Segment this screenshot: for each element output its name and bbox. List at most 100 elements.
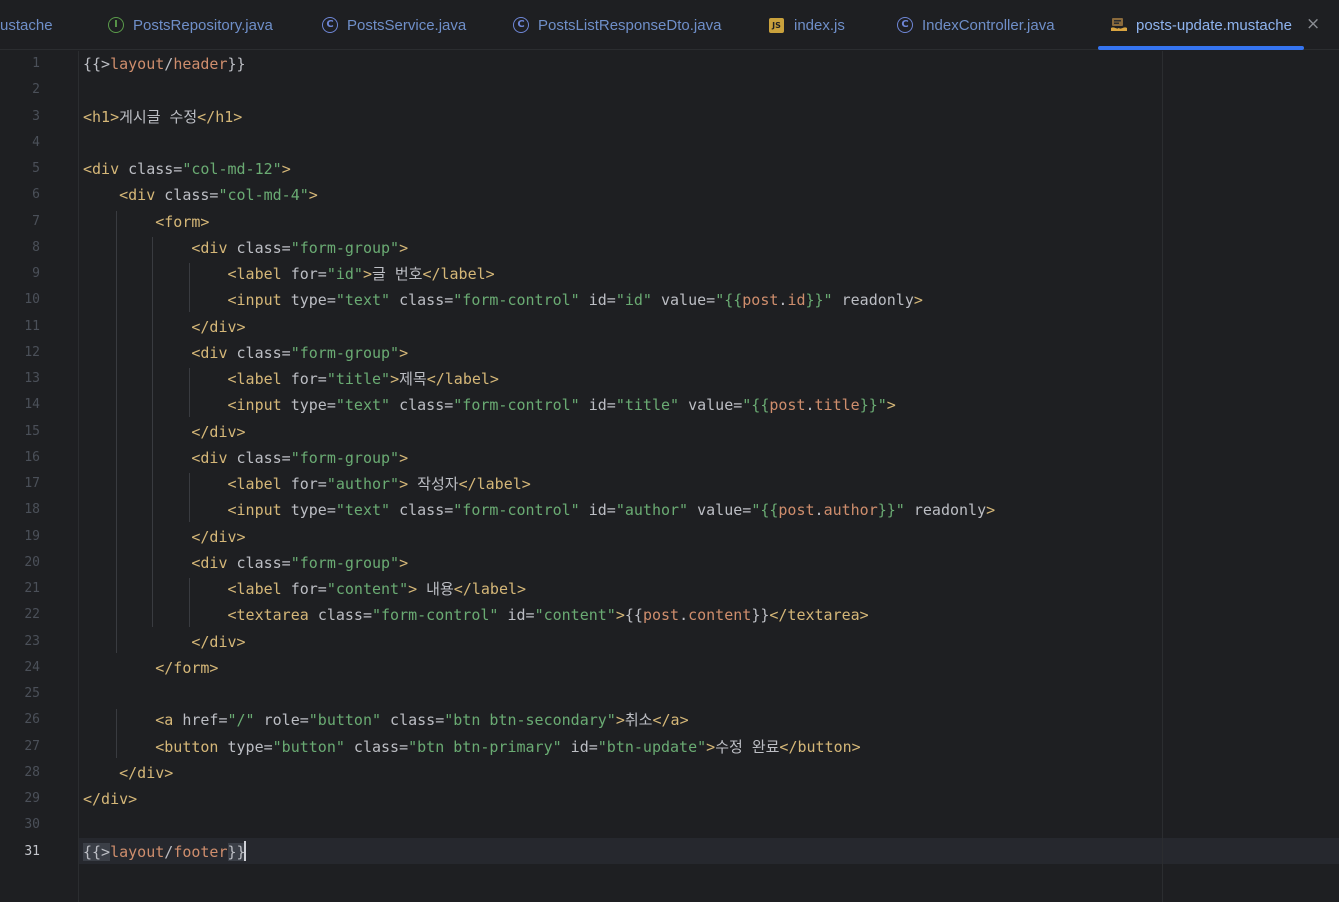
line-number[interactable]: 11 (0, 314, 40, 340)
line-number[interactable]: 5 (0, 156, 40, 182)
code-line[interactable]: <input type="text" class="form-control" … (83, 392, 896, 418)
code-line[interactable]: <div class="form-group"> (83, 550, 408, 576)
code-line[interactable]: {{>layout/header}} (83, 51, 246, 77)
tab-label: PostsListResponseDto.java (538, 16, 722, 34)
ide-window: ustache I PostsRepository.java C PostsSe… (0, 0, 1339, 902)
line-number[interactable]: 20 (0, 550, 40, 576)
code-token: / (164, 55, 174, 73)
code-token: </form> (155, 658, 219, 677)
line-number[interactable]: 4 (0, 130, 40, 156)
code-token: "title" (615, 396, 680, 415)
code-line[interactable]: <button type="button" class="btn btn-pri… (83, 734, 860, 760)
line-number[interactable]: 10 (0, 287, 40, 313)
code-token: id= (561, 737, 598, 756)
line-number[interactable]: 31 (0, 839, 40, 865)
code-line[interactable]: </div> (83, 760, 173, 786)
code-token: for= (290, 370, 327, 388)
code-line[interactable]: <input type="text" class="form-control" … (83, 287, 923, 313)
line-number[interactable]: 22 (0, 602, 40, 628)
tab-partial-mustache[interactable]: ustache (0, 0, 53, 50)
line-number[interactable]: 28 (0, 760, 40, 786)
line-number[interactable]: 15 (0, 419, 40, 445)
line-number[interactable]: 3 (0, 104, 40, 130)
line-number[interactable]: 21 (0, 576, 40, 602)
line-number[interactable]: 13 (0, 366, 40, 392)
code-token: id (787, 291, 806, 310)
code-line[interactable]: <div class="col-md-12"> (83, 156, 291, 182)
code-line[interactable]: <label for="id">글 번호</label> (83, 261, 495, 287)
editor-tab-bar: ustache I PostsRepository.java C PostsSe… (0, 0, 1339, 50)
line-number[interactable]: 26 (0, 707, 40, 733)
code-token: <div (191, 343, 237, 362)
line-number[interactable]: 30 (0, 812, 40, 838)
tab-posts-list-response-dto[interactable]: C PostsListResponseDto.java (513, 0, 721, 50)
line-number[interactable]: 9 (0, 261, 40, 287)
code-editor[interactable]: 1 2 3 4 5 6 7 8 9 10 11 12 13 14 15 16 17 18 19 20 21 22 23 24 2… (0, 51, 1339, 902)
code-line[interactable]: <input type="text" class="form-control" … (83, 497, 996, 523)
code-line[interactable]: <div class="form-group"> (83, 340, 408, 366)
line-number[interactable]: 18 (0, 497, 40, 523)
code-line[interactable]: <label for="title">제목</label> (83, 366, 499, 392)
code-line[interactable]: </div> (83, 786, 137, 812)
line-number[interactable]: 6 (0, 182, 40, 208)
code-token: > (390, 370, 400, 388)
code-token: > (399, 238, 409, 257)
tab-posts-repository[interactable]: I PostsRepository.java (108, 0, 273, 50)
code-line[interactable]: <form> (83, 209, 209, 235)
code-token: "btn btn-secondary" (444, 711, 616, 730)
code-line[interactable]: <div class="form-group"> (83, 445, 408, 471)
code-line[interactable]: </div> (83, 314, 245, 340)
line-number[interactable]: 2 (0, 77, 40, 103)
line-number[interactable]: 23 (0, 629, 40, 655)
code-line[interactable]: {{>layout/footer}} (83, 839, 246, 865)
code-line[interactable]: <div class="col-md-4"> (83, 182, 318, 208)
line-number[interactable]: 8 (0, 235, 40, 261)
code-token: }}" (859, 396, 887, 415)
code-line[interactable]: </div> (83, 629, 245, 655)
code-token: post (769, 396, 806, 415)
line-number[interactable]: 16 (0, 445, 40, 471)
code-token: "form-control" (453, 501, 580, 520)
code-line[interactable]: <label for="content"> 내용</label> (83, 576, 527, 602)
code-token: readonly (832, 291, 914, 310)
code-line[interactable]: <a href="/" role="button" class="btn btn… (83, 707, 688, 733)
line-number[interactable]: 29 (0, 786, 40, 812)
code-token: "author" (615, 501, 689, 520)
code-token: {{ (624, 606, 643, 625)
tab-index-controller[interactable]: C IndexController.java (897, 0, 1055, 50)
code-token: > (913, 291, 923, 310)
line-number[interactable]: 19 (0, 524, 40, 550)
code-token: content (688, 606, 752, 625)
tab-posts-update-mustache[interactable]: posts-update.mustache (1098, 0, 1304, 50)
close-tab-icon[interactable]: × (1306, 15, 1320, 33)
code-token: 게시글 수정 (119, 107, 198, 126)
indent-guide (152, 236, 154, 627)
line-number[interactable]: 17 (0, 471, 40, 497)
line-number[interactable]: 12 (0, 340, 40, 366)
code-token: > (408, 580, 418, 598)
code-line[interactable]: <div class="form-group"> (83, 235, 408, 261)
line-number[interactable]: 1 (0, 51, 40, 77)
code-line[interactable]: <h1>게시글 수정</h1> (83, 104, 242, 130)
code-line[interactable]: </div> (83, 524, 245, 550)
line-number[interactable]: 7 (0, 209, 40, 235)
line-number[interactable]: 25 (0, 681, 40, 707)
code-line[interactable]: <textarea class="form-control" id="conte… (83, 602, 869, 628)
class-icon: C (513, 17, 529, 33)
code-token: </div> (83, 790, 138, 808)
code-token: }}" (877, 501, 905, 520)
tab-index-js[interactable]: JS index.js (769, 0, 845, 50)
code-line[interactable]: <label for="author"> 작성자</label> (83, 471, 531, 497)
code-token: <a (155, 711, 183, 730)
js-file-icon: JS (769, 17, 784, 33)
code-line[interactable]: </form> (83, 655, 218, 681)
line-number[interactable]: 14 (0, 392, 40, 418)
code-line[interactable]: </div> (83, 419, 245, 445)
code-token: "content" (534, 606, 616, 625)
line-number[interactable]: 27 (0, 734, 40, 760)
line-number[interactable]: 24 (0, 655, 40, 681)
tab-posts-service[interactable]: C PostsService.java (322, 0, 466, 50)
